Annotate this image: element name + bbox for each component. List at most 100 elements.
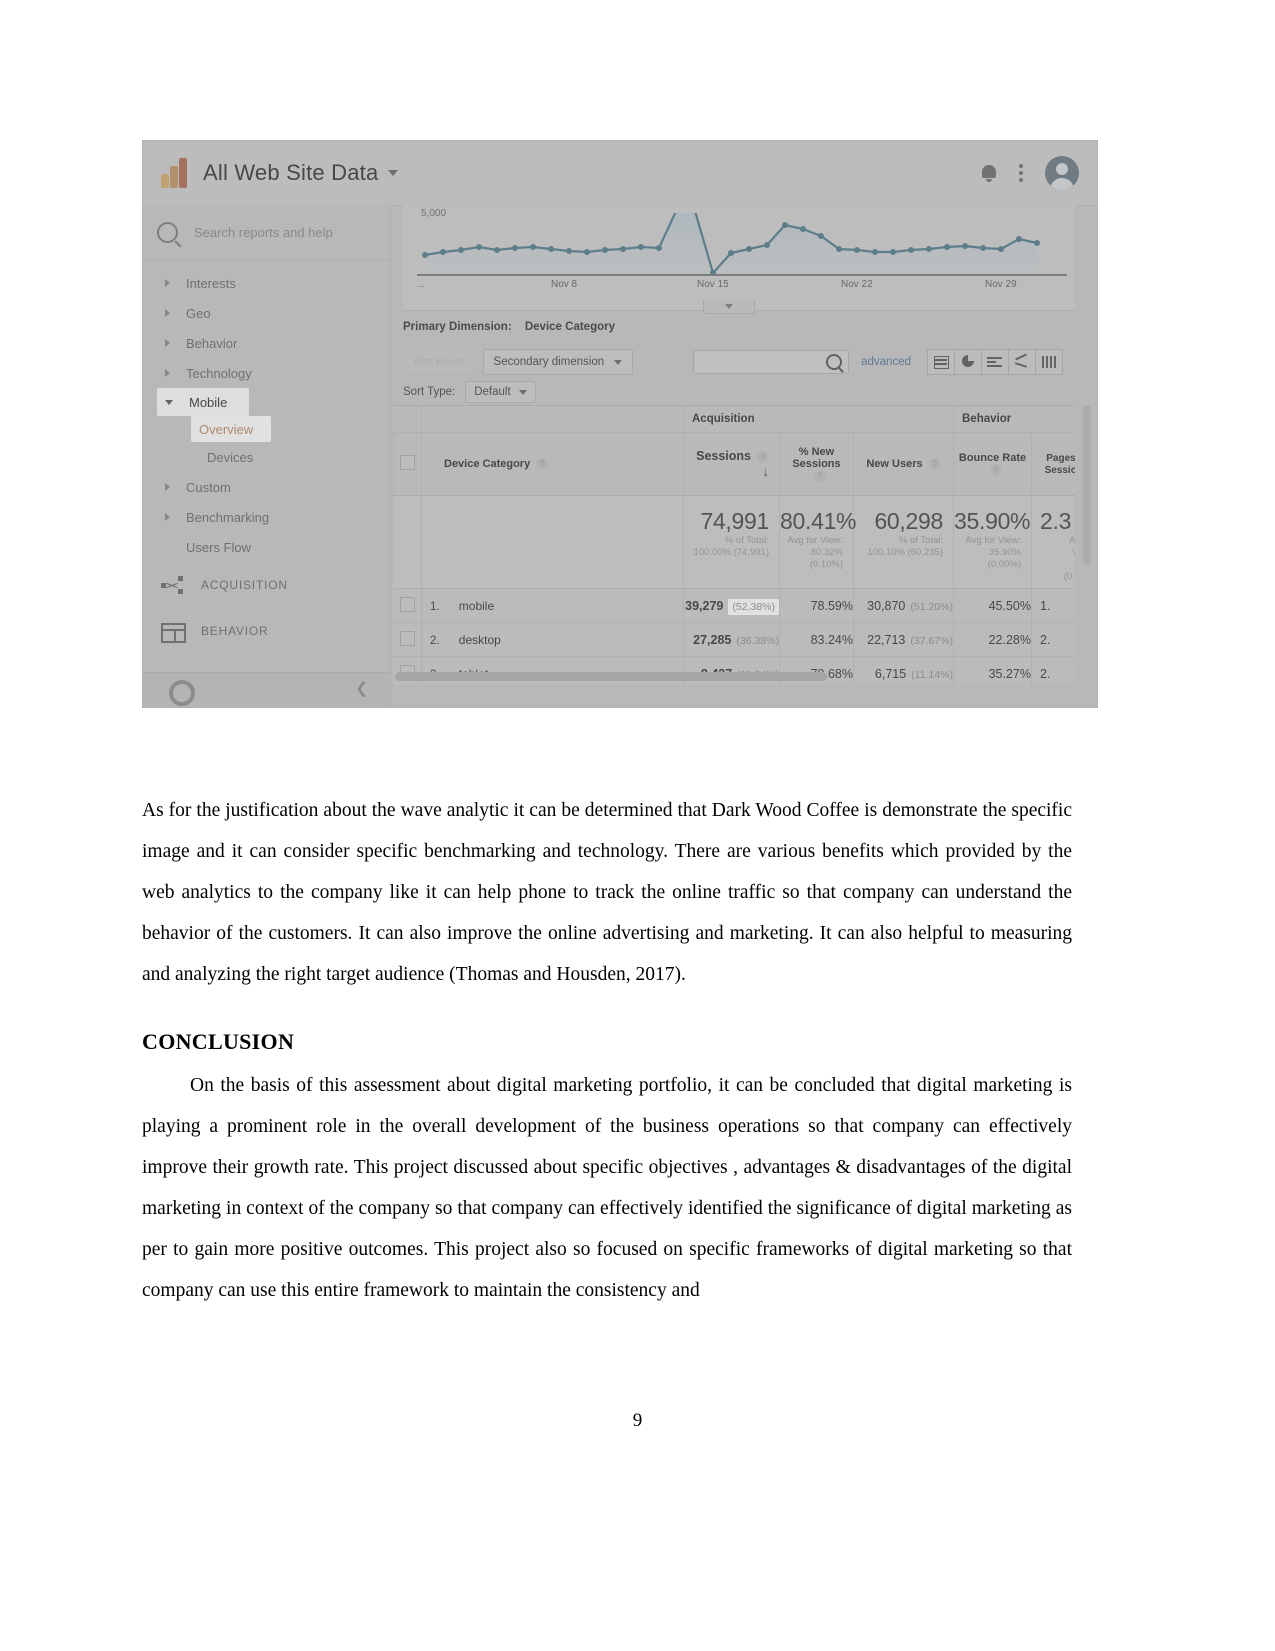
horizontal-scrollbar[interactable]	[395, 672, 1053, 681]
chevron-right-icon	[165, 279, 170, 287]
chevron-right-icon	[165, 483, 170, 491]
sidebar-item-geo[interactable]: Geo	[143, 298, 390, 328]
row-checkbox[interactable]	[393, 588, 422, 623]
sidebar-item-overview[interactable]: Overview	[191, 416, 271, 442]
table-group-header-row: Acquisition Behavior	[393, 406, 1075, 433]
sidebar-item-interests[interactable]: Interests	[143, 268, 390, 298]
search-icon	[826, 354, 843, 370]
sidebar-item-label: Technology	[186, 365, 252, 381]
chart-x-axis	[417, 274, 1067, 276]
sidebar-item-label: Custom	[186, 479, 231, 495]
plot-rows-button[interactable]: Plot Rows	[403, 349, 475, 375]
chart-x-tick: ...	[417, 279, 426, 290]
help-icon[interactable]: ?	[813, 470, 826, 483]
page-number: 9	[632, 1410, 643, 1431]
table-view-icon[interactable]	[927, 349, 954, 375]
primary-dimension-value[interactable]: Device Category	[525, 321, 615, 333]
sidebar-item-label: Geo	[186, 305, 211, 321]
pivot-view-icon[interactable]	[1035, 349, 1063, 375]
row-checkbox[interactable]	[393, 622, 422, 657]
sort-type-select[interactable]: Default	[465, 381, 536, 403]
sidebar-section-behavior[interactable]: BEHAVIOR	[143, 608, 390, 654]
report-toolbar: Plot Rows Secondary dimension advanced	[403, 345, 1075, 379]
select-all-checkbox[interactable]	[393, 432, 422, 496]
chevron-down-icon[interactable]	[388, 170, 399, 176]
page-title: All Web Site Data	[203, 160, 379, 185]
more-options-icon[interactable]	[1019, 164, 1023, 182]
chart-line-svg	[422, 213, 1040, 275]
primary-dimension-row: Primary Dimension: Device Category	[403, 321, 615, 333]
row-pages-session: 2.	[1031, 622, 1075, 657]
table-row[interactable]: 2. desktop 27,285 (36.38%) 83.24% 22,713(…	[393, 622, 1075, 657]
performance-view-icon[interactable]	[981, 349, 1008, 375]
search-input[interactable]: Search reports and help	[194, 225, 333, 240]
chart-x-tick: Nov 29	[985, 279, 1017, 290]
sidebar: Search reports and help Interests Geo Be…	[143, 205, 391, 707]
gear-icon[interactable]	[169, 680, 195, 706]
row-device-category: 2. desktop	[421, 622, 684, 657]
summary-pages-session: 2.3 Avg Vie 2 (0.00	[1031, 495, 1075, 589]
sort-desc-arrow-icon: ↓	[762, 463, 770, 479]
column-header-sessions[interactable]: Sessions ?↓	[683, 432, 780, 496]
table-row[interactable]: 1. mobile 39,279 (52.38%) 78.59% 30,870 (5…	[393, 588, 1075, 623]
summary-sessions: 74,991 % of Total: 100.00% (74,991)	[683, 495, 780, 589]
chart-expand-handle[interactable]	[703, 300, 755, 314]
app-header: All Web Site Data	[143, 141, 1097, 206]
column-header-device-category[interactable]: Device Category?	[421, 432, 684, 496]
collapse-chevron-icon[interactable]: ❮	[355, 679, 368, 697]
sidebar-item-custom[interactable]: Custom	[143, 472, 390, 502]
secondary-dimension-select[interactable]: Secondary dimension	[482, 349, 634, 375]
notifications-bell-icon[interactable]	[981, 164, 997, 182]
sidebar-item-technology[interactable]: Technology	[143, 358, 390, 388]
chart-x-tick: Nov 8	[551, 279, 578, 290]
column-header-pages-session[interactable]: Pages / Session	[1031, 432, 1075, 496]
vertical-scrollbar[interactable]	[1083, 405, 1091, 565]
row-new-sessions: 78.59%	[779, 588, 854, 623]
sidebar-section-acquisition[interactable]: ACQUISITION	[143, 562, 390, 608]
group-header-behavior: Behavior	[953, 406, 1075, 433]
document-body: As for the justification about the wave …	[142, 790, 1072, 1333]
row-new-users: 30,870 (51.20%)	[853, 588, 954, 623]
sidebar-item-behavior[interactable]: Behavior	[143, 328, 390, 358]
user-avatar-icon[interactable]	[1045, 156, 1079, 190]
help-icon[interactable]: ?	[536, 458, 549, 471]
column-header-new-sessions[interactable]: % New Sessions?	[779, 432, 854, 496]
row-bounce-rate: 45.50%	[953, 588, 1032, 623]
row-bounce-rate: 22.28%	[953, 622, 1032, 657]
sidebar-item-label: Devices	[207, 449, 254, 465]
paragraph-justification: As for the justification about the wave …	[142, 800, 1072, 985]
sort-type-value: Default	[474, 386, 511, 398]
advanced-link[interactable]: advanced	[861, 356, 911, 368]
sidebar-item-benchmarking[interactable]: Benchmarking	[143, 502, 390, 532]
device-category-table: Acquisition Behavior Device Category? Se…	[393, 406, 1075, 685]
sidebar-section-label: BEHAVIOR	[201, 624, 269, 638]
sidebar-item-mobile[interactable]: Mobile	[157, 388, 249, 416]
group-header-acquisition: Acquisition	[683, 406, 954, 433]
behavior-icon	[161, 622, 186, 643]
sidebar-item-label: Users Flow	[186, 539, 252, 555]
comparison-view-icon[interactable]	[1008, 349, 1035, 375]
percentage-view-icon[interactable]	[954, 349, 981, 375]
help-icon[interactable]: ?	[928, 458, 941, 471]
document-page: All Web Site Data Search reports and hel…	[0, 0, 1275, 1651]
row-new-users: 22,713 (37.67%)	[853, 622, 954, 657]
chart-x-tick: Nov 22	[841, 279, 873, 290]
column-header-bounce-rate[interactable]: Bounce Rate?	[953, 432, 1032, 496]
column-header-new-users[interactable]: New Users?	[853, 432, 954, 496]
chart-x-tick-labels: ... Nov 8 Nov 15 Nov 22 Nov 29	[403, 279, 1075, 295]
secondary-dimension-label: Secondary dimension	[493, 356, 605, 368]
row-device-category: 1. mobile	[421, 588, 684, 623]
help-icon[interactable]: ?	[757, 451, 769, 464]
search-icon	[157, 221, 178, 243]
table-summary-row: 74,991 % of Total: 100.00% (74,991) 80.4…	[393, 495, 1075, 589]
sidebar-item-users-flow[interactable]: Users Flow	[143, 532, 390, 562]
help-icon[interactable]: ?	[989, 464, 1002, 477]
search-reports-row[interactable]: Search reports and help	[143, 205, 390, 260]
sidebar-item-label: Behavior	[186, 335, 238, 351]
table-search-input[interactable]	[693, 350, 850, 374]
sidebar-item-devices[interactable]: Devices	[143, 442, 390, 472]
google-analytics-logo-icon	[161, 158, 187, 188]
acquisition-icon	[161, 576, 183, 594]
chevron-down-icon	[518, 389, 527, 395]
summary-new-users: 60,298 % of Total: 100.10% (60,235)	[853, 495, 954, 589]
